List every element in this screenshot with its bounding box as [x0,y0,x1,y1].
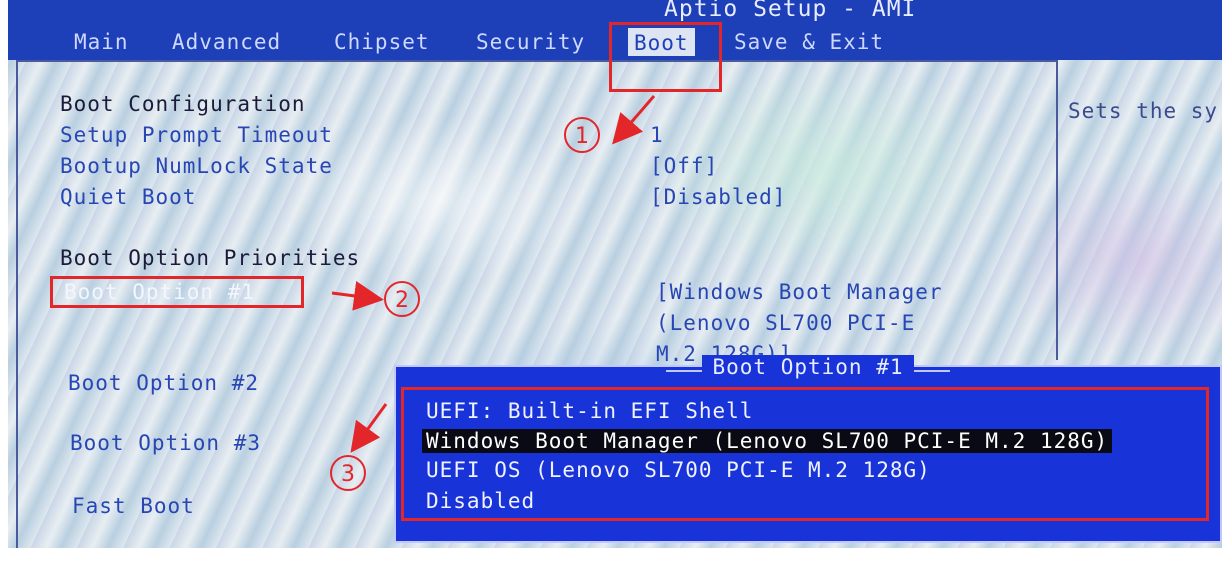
bios-screen: Aptio Setup - AMI Main Advanced Chipset … [8,0,1222,548]
annotation-arrows [331,95,656,453]
annotation-arrow-3 [350,403,388,453]
annotation-arrow-1 [612,95,656,145]
annotation-arrow-2 [331,281,384,311]
